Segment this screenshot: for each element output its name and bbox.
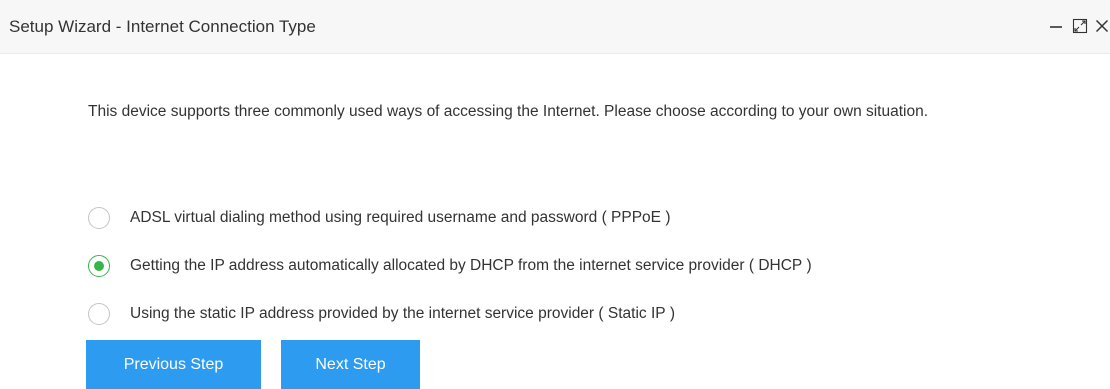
radio-selected-dot — [94, 261, 104, 271]
close-icon[interactable] — [1090, 14, 1110, 38]
option-static-ip-label: Using the static IP address provided by … — [130, 305, 676, 322]
minimize-icon[interactable] — [1044, 14, 1068, 38]
connection-type-options: ADSL virtual dialing method using requir… — [88, 194, 812, 338]
previous-step-button[interactable]: Previous Step — [86, 340, 261, 389]
wizard-content: This device supports three commonly used… — [88, 96, 1048, 128]
option-dhcp[interactable]: Getting the IP address automatically all… — [88, 242, 812, 290]
dialog-title: Setup Wizard - Internet Connection Type — [9, 17, 316, 36]
title-bar: Setup Wizard - Internet Connection Type — [0, 0, 1110, 54]
option-pppoe[interactable]: ADSL virtual dialing method using requir… — [88, 194, 812, 242]
description-text: This device supports three commonly used… — [88, 103, 929, 120]
setup-wizard-dialog: Setup Wizard - Internet Connection Type … — [0, 0, 1110, 389]
option-pppoe-label: ADSL virtual dialing method using requir… — [130, 209, 671, 226]
next-step-button[interactable]: Next Step — [281, 340, 420, 389]
option-static-ip[interactable]: Using the static IP address provided by … — [88, 290, 812, 338]
radio-dhcp[interactable] — [88, 255, 110, 277]
option-dhcp-label: Getting the IP address automatically all… — [130, 257, 812, 274]
radio-static-ip[interactable] — [88, 303, 110, 325]
maximize-icon[interactable] — [1068, 14, 1092, 38]
radio-pppoe[interactable] — [88, 207, 110, 229]
